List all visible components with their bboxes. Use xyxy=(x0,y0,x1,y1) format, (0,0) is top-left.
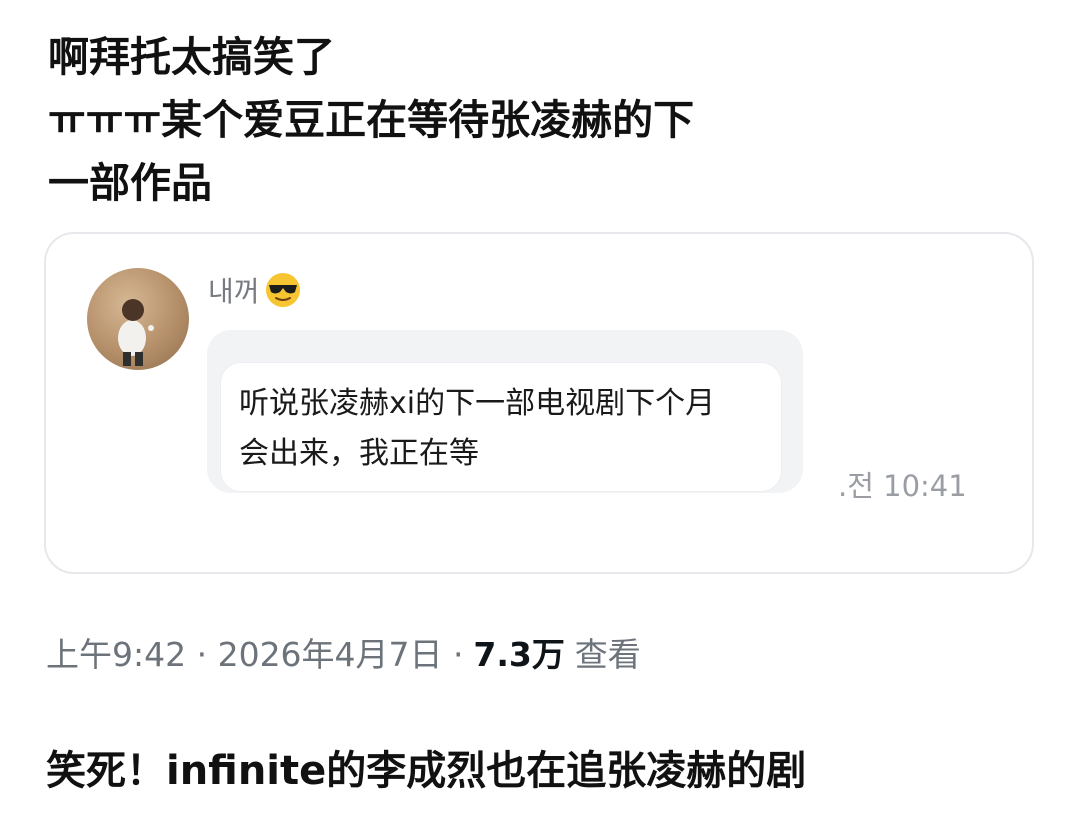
username-text: 내꺼 xyxy=(208,275,260,308)
post-timestamp[interactable]: 上午9:42 · 2026年4月7日 · xyxy=(46,628,464,676)
message-bubble: 听说张凌赫xi的下一部电视剧下个月 会出来，我正在等 xyxy=(221,363,781,491)
post-text-line: 啊拜托太搞笑了 xyxy=(48,33,335,81)
message-line: 会出来，我正在等 xyxy=(239,436,479,471)
message-line: 听说张凌赫xi的下一部电视剧下个月 xyxy=(239,386,716,421)
post-text-line: ㅠㅠㅠ某个爱豆正在等待张凌赫的下 xyxy=(48,96,695,144)
post-meta: 上午9:42 · 2026年4月7日 · 7.3万 查看 xyxy=(46,628,641,676)
message-text: 听说张凌赫xi的下一部电视剧下个月 会出来，我正在等 xyxy=(239,379,715,479)
message-timestamp: .전 10:41 xyxy=(838,469,967,503)
quoted-username[interactable]: 내꺼 xyxy=(208,270,302,310)
views-label: 查看 xyxy=(574,635,641,674)
caption-text: 笑死！infinite的李成烈也在追张凌赫的剧 xyxy=(46,748,807,794)
quoted-screenshot-card[interactable]: 내꺼 听说张凌赫xi的下一部电视剧下个月 会出来，我正在等 .전 10:41 xyxy=(44,232,1034,574)
sunglasses-emoji-icon xyxy=(264,271,302,309)
views-count: 7.3万 xyxy=(473,635,565,674)
post-text: 啊拜托太搞笑了 ㅠㅠㅠ某个爱豆正在等待张凌赫的下 一部作品 xyxy=(48,26,828,215)
post-text-line: 一部作品 xyxy=(48,159,212,207)
avatar[interactable] xyxy=(87,268,189,370)
